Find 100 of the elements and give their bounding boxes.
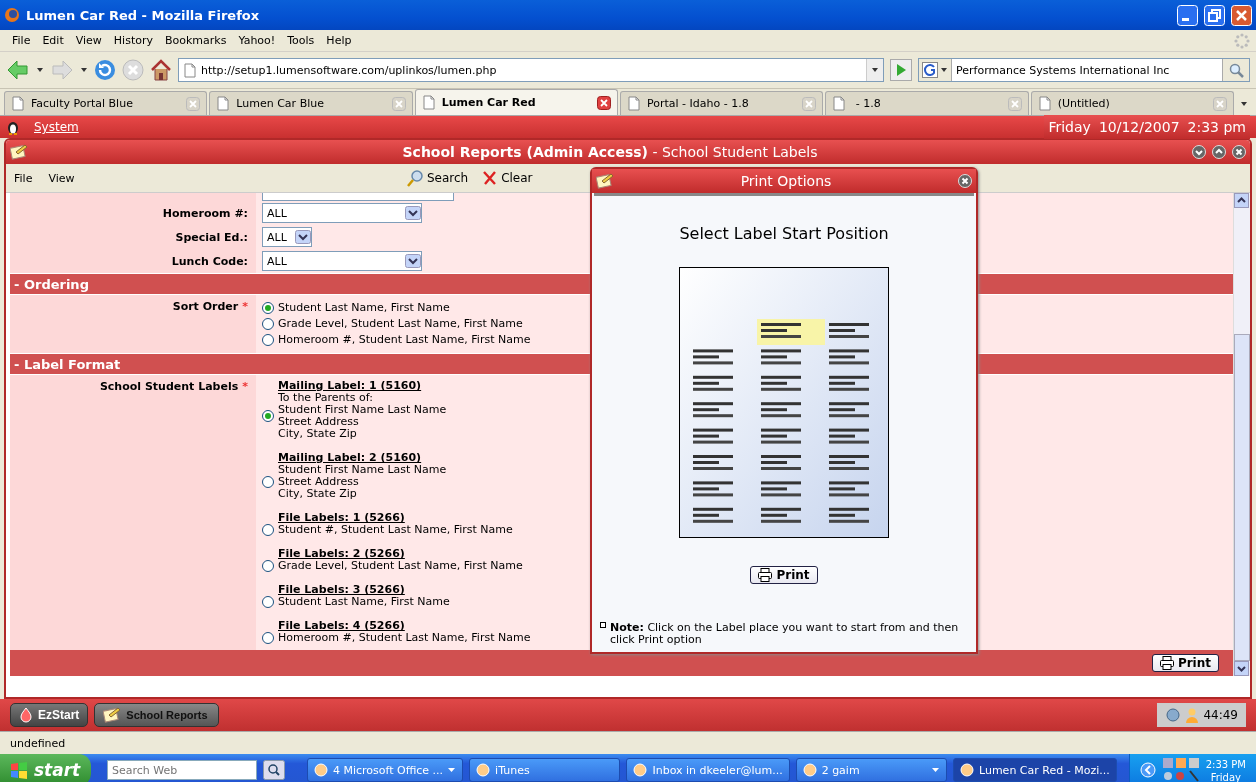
search-engine-icon[interactable] (922, 62, 938, 78)
tab-close-icon[interactable] (597, 95, 611, 110)
tab-list-caret-icon[interactable] (1239, 99, 1248, 108)
menu-item[interactable]: Tools (281, 34, 321, 47)
home-icon[interactable] (150, 59, 172, 81)
browser-tab[interactable]: (Untitled) (1030, 91, 1234, 115)
taskbar-button[interactable]: School Reports (94, 703, 220, 727)
radio-button[interactable] (262, 476, 274, 488)
dialog-heading: Select Label Start Position (679, 224, 889, 243)
maximize-button[interactable] (1212, 145, 1226, 159)
time-label: 2:33 pm (1187, 119, 1246, 135)
field-label: Lunch Code: (171, 254, 248, 268)
caret-icon[interactable] (80, 66, 88, 74)
user-icon (1185, 707, 1200, 723)
window-title: Lumen Car Red - Mozilla Firefox (26, 7, 260, 23)
required-mark: * (242, 300, 248, 313)
menu-item[interactable]: Edit (36, 34, 70, 47)
field-label: Homeroom #: (162, 206, 248, 220)
page-icon (421, 95, 436, 110)
field-label: Special Ed.: (175, 230, 248, 244)
browser-tab[interactable]: - 1.8 (825, 91, 1029, 115)
option-text: Street Address (278, 476, 360, 488)
taskbar-item[interactable]: iTunes (469, 758, 621, 782)
address-field[interactable]: http://setup1.lumensoftware.com/uplinkos/lumen.php (178, 58, 884, 82)
taskbar-item[interactable]: Inbox in dkeeler@lum... (626, 758, 790, 782)
option-title[interactable]: Mailing Label: 2 (5160) (278, 452, 447, 464)
radio-button[interactable] (262, 302, 274, 314)
notepad-icon (10, 143, 28, 161)
search-field[interactable]: Performance Systems International Inc (918, 58, 1250, 82)
taskbar-button[interactable]: EzStart (10, 703, 89, 727)
browser-tab[interactable]: Portal - Idaho - 1.8 (620, 91, 824, 115)
minimize-button[interactable] (1192, 145, 1206, 159)
print-button[interactable]: Print (750, 566, 818, 584)
required-mark: * (242, 380, 248, 393)
taskbar-item[interactable]: 4 Microsoft Office ... (306, 758, 464, 782)
dropdown-field[interactable]: ALL (262, 227, 312, 247)
toolbar-button[interactable]: Search (406, 169, 469, 187)
option-text: To the Parents of: (278, 392, 374, 404)
timer-text: 44:49 (1203, 708, 1238, 722)
restore-button[interactable] (1204, 4, 1225, 26)
search-icon[interactable] (1228, 62, 1244, 78)
tray-icons-drawing[interactable] (1161, 757, 1200, 782)
printer-icon (1159, 656, 1174, 670)
radio-button[interactable] (262, 632, 274, 644)
caret-icon[interactable] (36, 66, 44, 74)
notepad-icon (596, 172, 614, 190)
option-text: Street Address (278, 416, 360, 428)
option-title[interactable]: File Labels: 2 (5266) (278, 548, 523, 560)
radio-button[interactable] (262, 560, 274, 572)
menu-item[interactable]: File (6, 171, 41, 185)
radio-button[interactable] (262, 524, 274, 536)
go-button[interactable] (890, 59, 912, 81)
menu-item[interactable]: Help (320, 34, 358, 47)
page-icon (627, 96, 641, 111)
scrollbar[interactable] (1233, 193, 1250, 676)
option-text: Grade Level, Student Last Name, First Name (278, 560, 523, 572)
caret-icon (932, 766, 940, 774)
loading-throbber-icon (1234, 32, 1250, 49)
field-label: Sort Order (172, 300, 239, 313)
reload-icon[interactable] (94, 59, 116, 81)
menu-item[interactable]: History (107, 34, 159, 47)
radio-button[interactable] (262, 334, 274, 346)
option-text: Homeroom #, Student Last Name, First Name (278, 632, 531, 644)
radio-button[interactable] (262, 318, 274, 330)
system-menu[interactable]: System (34, 120, 79, 134)
dropdown-caret-icon[interactable] (871, 66, 879, 74)
taskbar-item[interactable]: Lumen Car Red - Mozi... (953, 758, 1117, 782)
option-title[interactable]: File Labels: 1 (5266) (278, 512, 513, 524)
status-text: undefined (10, 736, 66, 750)
radio-button[interactable] (262, 596, 274, 608)
browser-tab[interactable]: Faculty Portal Blue (4, 91, 208, 115)
taskbar-item[interactable]: 2 gaim (795, 758, 947, 782)
menu-item[interactable]: Bookmarks (159, 34, 233, 47)
search-icon (406, 169, 423, 187)
menu-item[interactable]: Yahoo! (232, 34, 282, 47)
dialog-title: Print Options (739, 173, 833, 189)
menu-item[interactable]: View (69, 34, 108, 47)
option-title[interactable]: File Labels: 4 (5266) (278, 620, 531, 632)
menu-item[interactable]: View (40, 171, 83, 185)
print-button[interactable]: Print (1151, 654, 1219, 672)
label-sheet-drawing[interactable] (679, 267, 889, 538)
browser-tab[interactable]: Lumen Car Red (414, 89, 618, 115)
printer-icon (758, 568, 773, 582)
radio-button[interactable] (262, 410, 274, 422)
option-text: Homeroom #, Student Last Name, First Name (278, 332, 531, 348)
dropdown-field[interactable]: ALL (262, 251, 422, 271)
back-arrow-icon[interactable] (6, 59, 30, 81)
option-title[interactable]: Mailing Label: 1 (5160) (278, 380, 447, 392)
close-button[interactable] (958, 174, 972, 188)
close-button[interactable] (1232, 145, 1246, 159)
clock-time: 2:33 PM (1205, 758, 1246, 771)
dropdown-field[interactable]: ALL (262, 203, 422, 223)
search-field[interactable]: Search Web (106, 760, 257, 780)
caret-icon[interactable] (940, 66, 948, 74)
browser-tab[interactable]: Lumen Car Blue (209, 91, 413, 115)
menu-item[interactable]: File (6, 34, 37, 47)
search-button[interactable] (262, 760, 285, 780)
option-title[interactable]: File Labels: 3 (5266) (278, 584, 450, 596)
option-text: City, State Zip (278, 488, 358, 500)
toolbar-button[interactable]: Clear (482, 169, 533, 187)
